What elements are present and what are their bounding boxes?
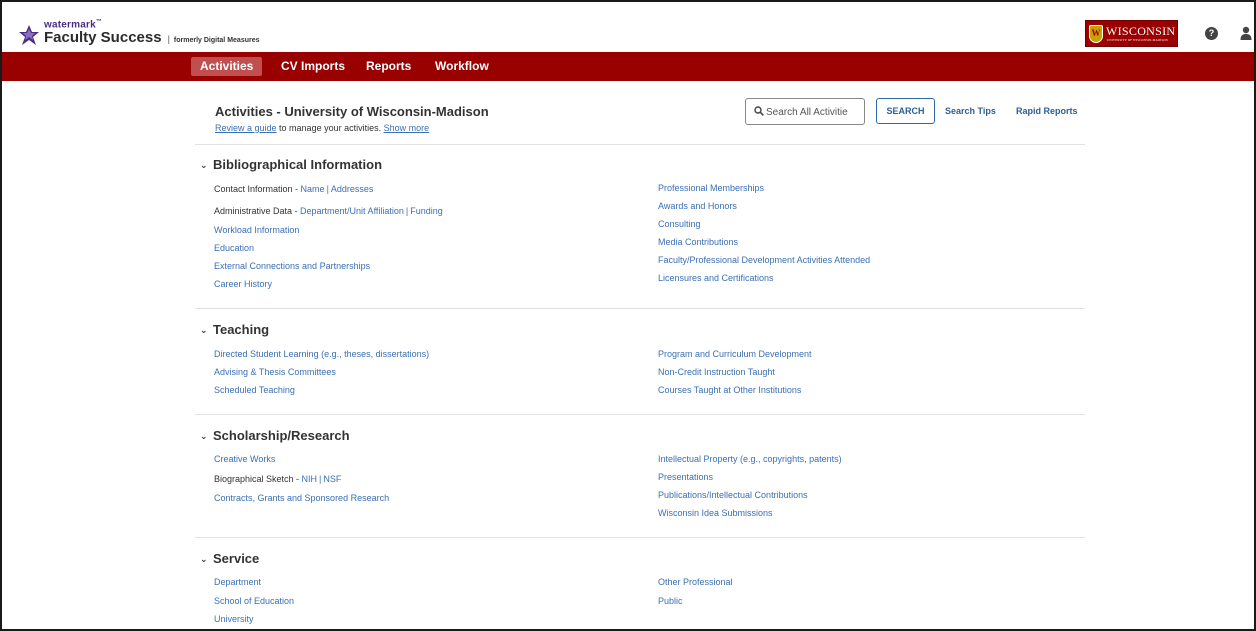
link-consulting[interactable]: Consulting — [658, 219, 701, 229]
app-window: watermark™ Faculty Success | formerly Digi… — [0, 0, 1256, 631]
link-licensures-certifications[interactable]: Licensures and Certifications — [658, 273, 774, 283]
top-header: watermark™ Faculty Success | formerly Digi… — [2, 2, 1254, 52]
user-icon[interactable] — [1240, 26, 1252, 40]
section-title-teaching[interactable]: ⌄ Teaching — [200, 322, 269, 337]
search-button[interactable]: SEARCH — [876, 98, 935, 124]
link-media-contributions[interactable]: Media Contributions — [658, 237, 738, 247]
chevron-down-icon: ⌄ — [200, 431, 208, 441]
link-other-professional[interactable]: Other Professional — [658, 577, 733, 587]
institution-logo: W WISCONSIN UNIVERSITY OF WISCONSIN-MADI… — [1085, 20, 1178, 47]
link-career-history[interactable]: Career History — [214, 279, 272, 289]
link-wisconsin-idea[interactable]: Wisconsin Idea Submissions — [658, 508, 773, 518]
pipe-separator: | — [319, 474, 322, 484]
brand-formerly: formerly Digital Measures — [173, 37, 260, 44]
list-item-contact-information: Contact Information - Name | Addresses — [214, 184, 373, 194]
tab-reports[interactable]: Reports — [357, 57, 420, 76]
link-nsf[interactable]: NSF — [323, 474, 341, 484]
divider — [195, 144, 1085, 145]
page-subtitle-text: to manage your activities. — [276, 123, 384, 133]
page-subtitle: Review a guide to manage your activities… — [215, 123, 429, 133]
help-icon[interactable]: ? — [1205, 27, 1218, 40]
pipe-separator: | — [405, 206, 409, 216]
section-title-service[interactable]: ⌄ Service — [200, 551, 259, 566]
link-intellectual-property[interactable]: Intellectual Property (e.g., copyrights,… — [658, 454, 842, 464]
section-title-text: Bibliographical Information — [213, 157, 383, 172]
section-title-scholarship-research[interactable]: ⌄ Scholarship/Research — [200, 428, 350, 443]
watermark-logo-icon[interactable] — [18, 24, 40, 46]
pipe-separator: | — [326, 184, 329, 194]
link-program-curriculum-development[interactable]: Program and Curriculum Development — [658, 349, 812, 359]
link-awards-and-honors[interactable]: Awards and Honors — [658, 201, 737, 211]
main-nav: Activities CV Imports Reports Workflow — [2, 52, 1254, 81]
link-department-unit-affiliation[interactable]: Department/Unit Affiliation — [300, 206, 404, 216]
item-prefix: Biographical Sketch - — [214, 474, 302, 484]
crest-icon: W — [1089, 25, 1103, 43]
link-contracts-grants[interactable]: Contracts, Grants and Sponsored Research — [214, 493, 389, 503]
chevron-down-icon: ⌄ — [200, 554, 208, 564]
section-title-text: Scholarship/Research — [213, 428, 350, 443]
link-university[interactable]: University — [214, 614, 254, 624]
link-scheduled-teaching[interactable]: Scheduled Teaching — [214, 385, 295, 395]
tab-cv-imports[interactable]: CV Imports — [272, 57, 354, 76]
institution-logo-sub: UNIVERSITY OF WISCONSIN-MADISON — [1107, 38, 1169, 42]
divider — [195, 537, 1085, 538]
link-school-of-education[interactable]: School of Education — [214, 596, 294, 606]
link-education[interactable]: Education — [214, 243, 254, 253]
link-presentations[interactable]: Presentations — [658, 472, 713, 482]
item-prefix: Contact Information - — [214, 184, 301, 194]
link-publications[interactable]: Publications/Intellectual Contributions — [658, 490, 808, 500]
divider — [195, 308, 1085, 309]
institution-logo-name: WISCONSIN — [1106, 24, 1176, 38]
tab-workflow[interactable]: Workflow — [426, 57, 498, 76]
link-directed-student-learning[interactable]: Directed Student Learning (e.g., theses,… — [214, 349, 429, 359]
divider — [195, 414, 1085, 415]
search-input[interactable] — [766, 104, 862, 120]
link-name[interactable]: Name — [301, 184, 325, 194]
list-item-biographical-sketch: Biographical Sketch - NIH | NSF — [214, 474, 341, 484]
brand-product-name: Faculty Success — [44, 29, 162, 46]
show-more-link[interactable]: Show more — [384, 123, 430, 133]
link-faculty-development[interactable]: Faculty/Professional Development Activit… — [658, 255, 870, 265]
rapid-reports-link[interactable]: Rapid Reports — [1016, 106, 1078, 116]
search-icon — [754, 106, 764, 116]
search-box[interactable] — [745, 98, 865, 125]
link-public[interactable]: Public — [658, 596, 683, 606]
tab-activities[interactable]: Activities — [191, 57, 263, 76]
link-workload-information[interactable]: Workload Information — [214, 225, 299, 235]
link-advising-thesis-committees[interactable]: Advising & Thesis Committees — [214, 367, 336, 377]
item-prefix: Administrative Data - — [214, 206, 301, 216]
link-nih[interactable]: NIH — [302, 474, 318, 484]
chevron-down-icon: ⌄ — [200, 160, 208, 170]
brand-product[interactable]: Faculty Success | formerly Digital Measure… — [44, 29, 260, 46]
brand-separator: | — [167, 34, 170, 44]
link-addresses[interactable]: Addresses — [331, 184, 374, 194]
link-creative-works[interactable]: Creative Works — [214, 454, 275, 464]
link-professional-memberships[interactable]: Professional Memberships — [658, 183, 764, 193]
section-title-text: Teaching — [213, 322, 270, 337]
link-funding[interactable]: Funding — [410, 206, 443, 216]
page-title: Activities - University of Wisconsin-Mad… — [215, 104, 489, 119]
review-guide-link[interactable]: Review a guide — [215, 123, 277, 133]
list-item-administrative-data: Administrative Data - Department/Unit Af… — [214, 206, 443, 216]
link-department[interactable]: Department — [214, 577, 261, 587]
chevron-down-icon: ⌄ — [200, 325, 208, 335]
search-tips-link[interactable]: Search Tips — [945, 106, 996, 116]
link-external-connections[interactable]: External Connections and Partnerships — [214, 261, 370, 271]
section-title-text: Service — [213, 551, 260, 566]
section-title-bibliographical[interactable]: ⌄ Bibliographical Information — [200, 157, 382, 172]
link-courses-other-institutions[interactable]: Courses Taught at Other Institutions — [658, 385, 801, 395]
link-non-credit-instruction[interactable]: Non-Credit Instruction Taught — [658, 367, 775, 377]
